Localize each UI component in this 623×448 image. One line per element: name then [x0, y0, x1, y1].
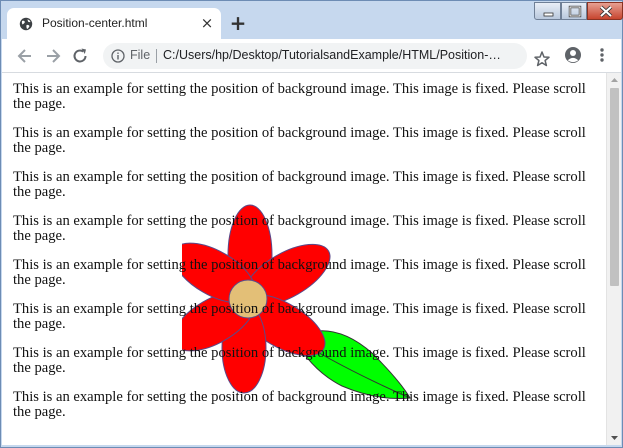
omnibox-divider — [156, 49, 157, 63]
page-content: This is an example for setting the posit… — [13, 82, 593, 434]
minimize-icon — [543, 12, 554, 17]
paragraph: This is an example for setting the posit… — [13, 169, 586, 200]
paragraph: This is an example for setting the posit… — [13, 301, 586, 332]
paragraph: This is an example for setting the posit… — [13, 125, 586, 156]
tab-close-icon[interactable]: × — [200, 16, 214, 31]
url-text[interactable]: C:/Users/hp/Desktop/TutorialsandExample/… — [163, 48, 503, 62]
close-icon — [599, 5, 613, 18]
scroll-up-arrow-icon[interactable] — [607, 73, 622, 87]
paragraph: This is an example for setting the posit… — [13, 345, 586, 376]
star-icon[interactable] — [533, 50, 551, 68]
tab-strip: Position-center.html × + — [1, 1, 623, 40]
back-arrow-icon[interactable] — [15, 46, 35, 66]
scroll-down-arrow-icon[interactable] — [607, 431, 622, 445]
close-window-button[interactable] — [587, 2, 623, 20]
browser-window: Position-center.html × + File C:/Users/h… — [0, 0, 623, 448]
reload-icon[interactable] — [70, 46, 90, 66]
globe-icon — [19, 17, 33, 31]
address-bar[interactable]: File C:/Users/hp/Desktop/TutorialsandExa… — [103, 43, 550, 69]
paragraph: This is an example for setting the posit… — [13, 389, 586, 420]
browser-toolbar: File C:/Users/hp/Desktop/TutorialsandExa… — [2, 39, 621, 73]
page-viewport[interactable]: This is an example for setting the posit… — [2, 73, 606, 445]
tab-title: Position-center.html — [42, 16, 148, 30]
three-dot-menu-icon[interactable] — [596, 46, 608, 64]
scrollbar-thumb[interactable] — [610, 88, 619, 286]
maximize-button[interactable] — [561, 2, 587, 20]
paragraph: This is an example for setting the posit… — [13, 257, 586, 288]
paragraph: This is an example for setting the posit… — [13, 81, 586, 112]
paragraph: This is an example for setting the posit… — [13, 213, 586, 244]
new-tab-button[interactable]: + — [228, 13, 248, 34]
account-icon[interactable] — [564, 46, 582, 64]
scheme-label: File — [130, 48, 151, 62]
minimize-button[interactable] — [534, 2, 561, 20]
maximize-icon — [568, 5, 582, 18]
forward-arrow-icon[interactable] — [43, 46, 63, 66]
info-icon[interactable] — [111, 49, 125, 63]
tab-position-center[interactable]: Position-center.html × — [7, 8, 221, 40]
vertical-scrollbar[interactable] — [606, 73, 621, 445]
